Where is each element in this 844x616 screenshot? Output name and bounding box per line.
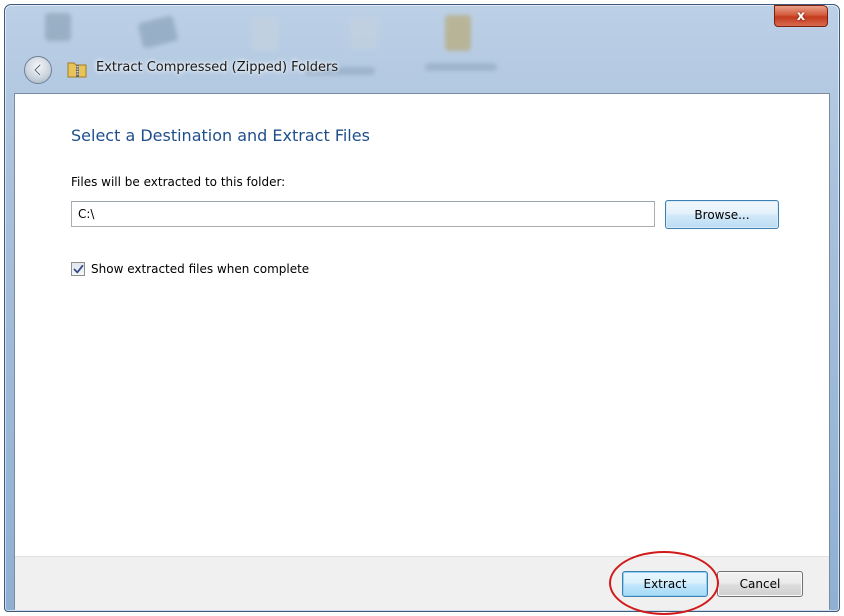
- back-button[interactable]: [24, 56, 52, 84]
- desktop-blur-shape: [445, 15, 471, 51]
- destination-path-input[interactable]: [71, 201, 655, 227]
- desktop-blur-shape: [350, 17, 378, 49]
- show-files-option[interactable]: Show extracted files when complete: [71, 262, 309, 276]
- close-button[interactable]: x: [774, 5, 828, 27]
- page-title: Select a Destination and Extract Files: [71, 126, 370, 145]
- desktop-blur-shape: [425, 63, 497, 71]
- show-files-checkbox[interactable]: [71, 262, 85, 276]
- destination-label: Files will be extracted to this folder:: [71, 175, 286, 189]
- desktop-blur-shape: [45, 13, 71, 41]
- close-icon: x: [796, 8, 806, 24]
- window-title: Extract Compressed (Zipped) Folders: [96, 60, 339, 75]
- dialog-footer: Extract Cancel: [15, 556, 829, 610]
- desktop-blur-shape: [137, 15, 179, 49]
- show-files-label: Show extracted files when complete: [91, 262, 310, 276]
- cancel-button[interactable]: Cancel: [717, 571, 803, 597]
- back-arrow-icon: [33, 63, 42, 77]
- dialog-content: Select a Destination and Extract Files F…: [14, 93, 830, 610]
- zip-folder-icon: [67, 62, 87, 78]
- checkmark-icon: [73, 264, 83, 273]
- desktop-blur-shape: [252, 17, 278, 51]
- extract-button[interactable]: Extract: [622, 571, 708, 597]
- browse-button[interactable]: Browse...: [665, 200, 779, 229]
